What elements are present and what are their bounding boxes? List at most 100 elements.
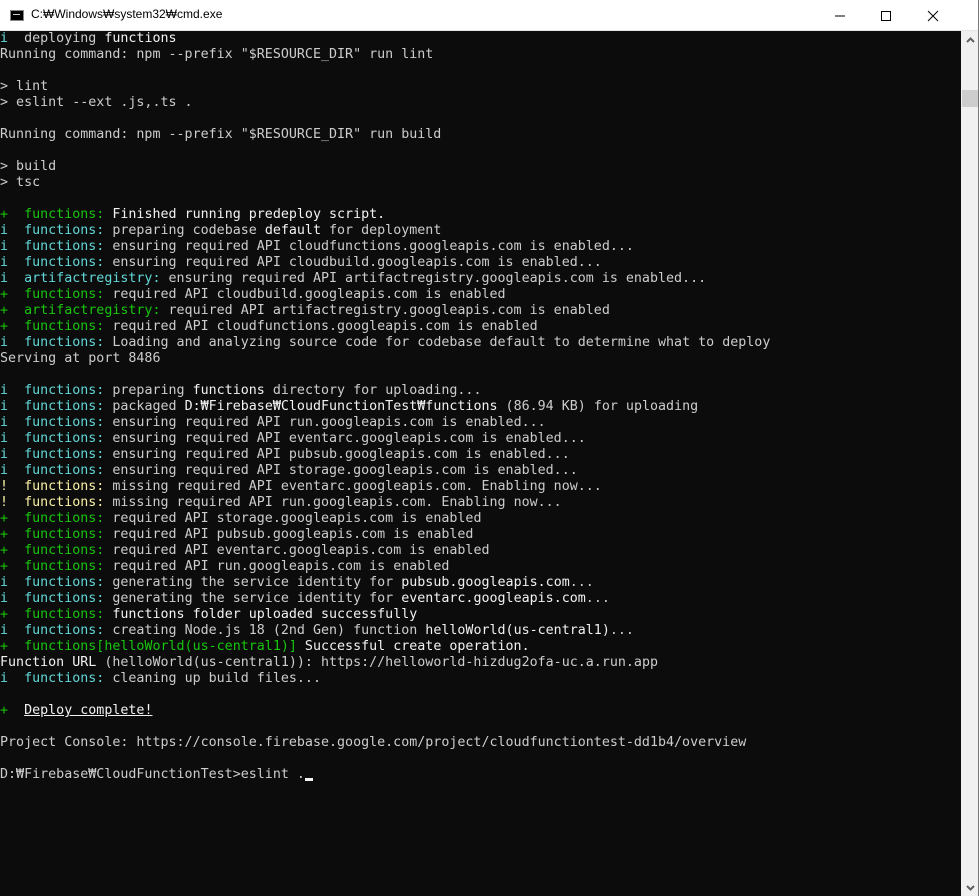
- terminal-line: Serving at port 8486: [0, 351, 961, 367]
- terminal-line: + functions: Finished running predeploy …: [0, 207, 961, 223]
- terminal-line: i functions: preparing functions directo…: [0, 383, 961, 399]
- terminal-text-segment: directory for uploading...: [264, 383, 482, 398]
- terminal-text-segment: ensuring required API eventarc.googleapi…: [104, 431, 586, 446]
- terminal-line: + functions[helloWorld(us-central1)] Suc…: [0, 639, 961, 655]
- terminal-text-segment: i artifactregistry:: [0, 271, 161, 286]
- terminal-line: + Deploy complete!: [0, 703, 961, 719]
- terminal-text-segment: cleaning up build files...: [104, 671, 321, 686]
- terminal-text-segment: (86.94 KB) for uploading: [497, 399, 699, 414]
- text-cursor: [304, 778, 313, 781]
- terminal-line: i functions: ensuring required API pubsu…: [0, 447, 961, 463]
- chevron-down-icon: [965, 884, 975, 891]
- terminal-line: i functions: preparing codebase default …: [0, 223, 961, 239]
- vertical-scrollbar[interactable]: [961, 31, 979, 896]
- scrollbar-thumb[interactable]: [962, 90, 978, 107]
- terminal-text-segment: Loading and analyzing source code for co…: [104, 335, 771, 350]
- terminal-text-segment: + functions:: [0, 511, 105, 526]
- terminal-text-segment: i functions:: [0, 223, 105, 238]
- terminal-text-segment: i functions:: [0, 623, 105, 638]
- terminal-text-segment: required API pubsub.googleapis.com is en…: [104, 527, 474, 542]
- title-bar[interactable]: C:₩Windows₩system32₩cmd.exe: [0, 0, 979, 31]
- terminal-line: Project Console: https://console.firebas…: [0, 735, 961, 751]
- terminal-text-segment: + functions:: [0, 527, 105, 542]
- terminal-text-segment: > lint: [0, 79, 49, 94]
- terminal-text-segment: missing required API eventarc.googleapis…: [104, 479, 602, 494]
- terminal-line: i functions: ensuring required API cloud…: [0, 255, 961, 271]
- terminal-line: ! functions: missing required API eventa…: [0, 479, 961, 495]
- terminal-text-segment: + functions:: [0, 207, 105, 222]
- terminal-line: i functions: Loading and analyzing sourc…: [0, 335, 961, 351]
- terminal-line: + functions: required API cloudbuild.goo…: [0, 287, 961, 303]
- terminal-text-segment: helloWorld(us-central1): [425, 623, 610, 638]
- terminal-text-segment: ...: [569, 575, 594, 590]
- terminal-text-segment: ensuring required API pubsub.googleapis.…: [104, 447, 570, 462]
- terminal-line: + functions: functions folder uploaded s…: [0, 607, 961, 623]
- terminal-text-segment: i functions:: [0, 335, 105, 350]
- command-prompt-line: D:₩Firebase₩CloudFunctionTest>eslint .: [0, 767, 961, 783]
- terminal-text-segment: + functions:: [0, 607, 105, 622]
- terminal-line: + functions: required API run.googleapis…: [0, 559, 961, 575]
- terminal-text-segment: eventarc.googleapis.com: [401, 591, 586, 606]
- terminal-text-segment: i functions:: [0, 575, 105, 590]
- terminal-text-segment: i: [0, 31, 25, 46]
- terminal-text-segment: > build: [0, 159, 57, 174]
- terminal-text-segment: Running command: npm --prefix "$RESOURCE…: [0, 127, 442, 142]
- terminal-text-segment: i functions:: [0, 591, 105, 606]
- close-icon: [927, 10, 939, 21]
- terminal-line: i functions: packaged D:₩Firebase₩CloudF…: [0, 399, 961, 415]
- terminal-line: i functions: generating the service iden…: [0, 575, 961, 591]
- terminal-line: > build: [0, 159, 961, 175]
- terminal-text-segment: Serving at port 8486: [0, 351, 161, 366]
- terminal-line: i functions: ensuring required API stora…: [0, 463, 961, 479]
- terminal-text-segment: ! functions:: [0, 479, 105, 494]
- terminal-text-segment: (helloWorld(us-central1)): https://hello…: [96, 655, 658, 670]
- terminal-text-segment: functions folder uploaded successfully: [104, 607, 418, 622]
- maximize-icon: [881, 10, 891, 21]
- terminal-line: i functions: generating the service iden…: [0, 591, 961, 607]
- scroll-down-button[interactable]: [961, 879, 979, 896]
- terminal-output[interactable]: i deploying functions Running command: np…: [0, 31, 961, 896]
- terminal-text-segment: creating Node.js 18 (2nd Gen) function: [104, 623, 426, 638]
- terminal-text-segment: required API cloudfunctions.googleapis.c…: [104, 319, 538, 334]
- terminal-text-segment: default: [264, 223, 321, 238]
- terminal-text-segment: i functions:: [0, 463, 105, 478]
- terminal-text-segment: ...: [609, 623, 634, 638]
- maximize-button[interactable]: [863, 0, 909, 31]
- terminal-text-segment: ensuring required API run.googleapis.com…: [104, 415, 546, 430]
- terminal-text-segment: ...: [585, 591, 610, 606]
- terminal-text-segment: required API cloudbuild.googleapis.com i…: [104, 287, 506, 302]
- terminal-text-segment: Deploy complete!: [24, 703, 153, 718]
- terminal-text-segment: i functions:: [0, 255, 105, 270]
- terminal-text-segment: ensuring required API artifactregistry.g…: [160, 271, 707, 286]
- terminal-line: Running command: npm --prefix "$RESOURCE…: [0, 127, 961, 143]
- terminal-text-segment: ensuring required API cloudfunctions.goo…: [104, 239, 634, 254]
- terminal-text-segment: ensuring required API storage.googleapis…: [104, 463, 578, 478]
- terminal-text-segment: Finished running predeploy script.: [104, 207, 386, 222]
- terminal-text-segment: > tsc: [0, 175, 41, 190]
- terminal-text-segment: required API eventarc.googleapis.com is …: [104, 543, 490, 558]
- terminal-line: i functions: ensuring required API event…: [0, 431, 961, 447]
- scroll-up-button[interactable]: [961, 31, 979, 48]
- terminal-line: + artifactregistry: required API artifac…: [0, 303, 961, 319]
- terminal-text-segment: + functions[helloWorld(us-central1)]: [0, 639, 297, 654]
- terminal-line: ! functions: missing required API run.go…: [0, 495, 961, 511]
- terminal-line: > lint: [0, 79, 961, 95]
- terminal-line: i functions: ensuring required API run.g…: [0, 415, 961, 431]
- terminal-text-segment: packaged: [104, 399, 185, 414]
- close-button[interactable]: [910, 0, 956, 31]
- terminal-text-segment: i functions:: [0, 671, 105, 686]
- terminal-text-segment: preparing: [104, 383, 193, 398]
- terminal-line: + functions: required API eventarc.googl…: [0, 543, 961, 559]
- terminal-text-segment: required API artifactregistry.googleapis…: [160, 303, 610, 318]
- terminal-text-segment: D:₩Firebase₩CloudFunctionTest>eslint .: [0, 767, 305, 782]
- terminal-line: > eslint --ext .js,.ts .: [0, 95, 961, 111]
- chevron-up-icon: [965, 36, 975, 43]
- terminal-text-segment: Function URL: [0, 655, 97, 670]
- minimize-button[interactable]: [817, 0, 863, 31]
